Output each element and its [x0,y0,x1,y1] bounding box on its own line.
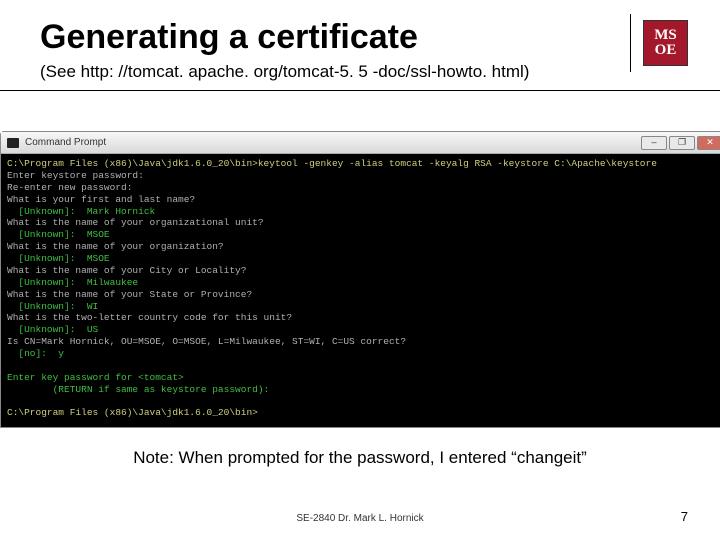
command-prompt-window: Command Prompt – ❐ ✕ C:\Program Files (x… [0,131,720,428]
msoe-logo: MS OE [630,14,688,72]
terminal-line: Is CN=Mark Hornick, OU=MSOE, O=MSOE, L=M… [7,336,406,347]
window-title: Command Prompt [25,137,106,148]
cmd-icon [7,138,19,148]
terminal-line: Enter key password for <tomcat> [7,372,184,383]
slide-subtitle: (See http: //tomcat. apache. org/tomcat-… [40,62,529,82]
terminal-line: What is the name of your organization? [7,241,224,252]
terminal-line: What is the name of your City or Localit… [7,265,246,276]
page-number: 7 [681,509,688,524]
terminal-output: C:\Program Files (x86)\Java\jdk1.6.0_20\… [1,154,720,427]
terminal-line: [Unknown]: US [7,324,98,335]
terminal-line: [no]: y [7,348,64,359]
terminal-line: Enter keystore password: [7,170,144,181]
terminal-line: [Unknown]: MSOE [7,229,110,240]
slide-title: Generating a certificate [40,18,418,57]
terminal-line: (RETURN if same as keystore password): [7,384,269,395]
logo-text-2: OE [655,43,677,58]
header-divider [0,90,720,91]
terminal-line: Re-enter new password: [7,182,132,193]
terminal-line: [Unknown]: Milwaukee [7,277,138,288]
terminal-line: C:\Program Files (x86)\Java\jdk1.6.0_20\… [7,158,657,169]
window-titlebar: Command Prompt – ❐ ✕ [1,132,720,154]
logo-text-1: MS [654,28,677,43]
slide-note: Note: When prompted for the password, I … [0,448,720,468]
terminal-line [7,360,13,371]
terminal-line: [Unknown]: WI [7,301,98,312]
terminal-line [7,396,13,407]
terminal-line: What is the two-letter country code for … [7,312,292,323]
footer-center: SE-2840 Dr. Mark L. Hornick [0,513,720,524]
terminal-line: What is your first and last name? [7,194,195,205]
terminal-line: [Unknown]: Mark Hornick [7,206,155,217]
terminal-line: C:\Program Files (x86)\Java\jdk1.6.0_20\… [7,407,258,418]
terminal-line: What is the name of your organizational … [7,217,264,228]
close-button[interactable]: ✕ [697,136,720,150]
terminal-line: [Unknown]: MSOE [7,253,110,264]
terminal-line: What is the name of your State or Provin… [7,289,252,300]
minimize-button[interactable]: – [641,136,667,150]
maximize-button[interactable]: ❐ [669,136,695,150]
